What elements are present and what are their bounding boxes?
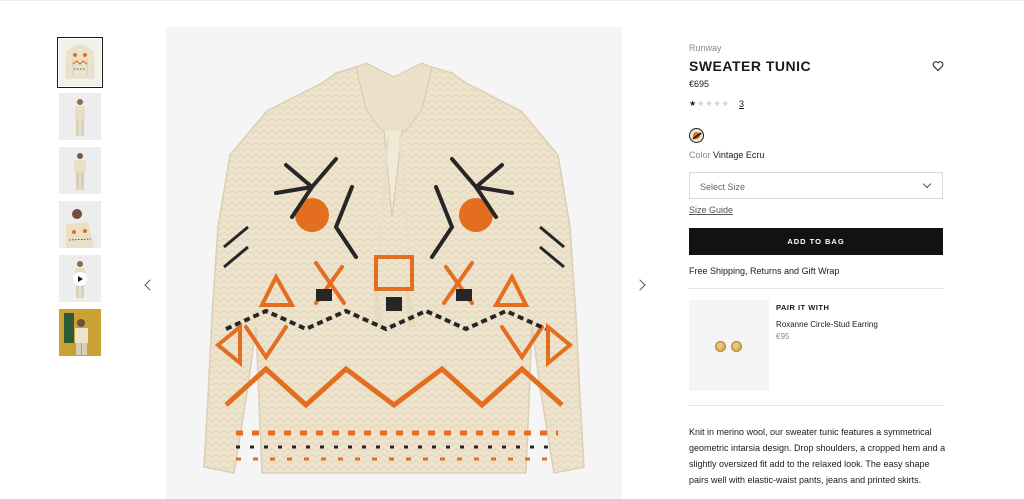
size-select-placeholder: Select Size — [700, 182, 746, 192]
color-swatch-vintage-ecru[interactable] — [689, 128, 704, 143]
product-price: €695 — [689, 79, 710, 89]
size-select[interactable]: Select Size — [689, 172, 943, 199]
thumbnail-model-front[interactable] — [59, 93, 101, 140]
review-count-link[interactable]: 3 — [739, 99, 744, 109]
product-title: SWEATER TUNIC — [689, 58, 812, 74]
next-image-button[interactable] — [634, 276, 649, 296]
add-to-bag-button[interactable]: ADD TO BAG — [689, 228, 943, 255]
pair-product-image[interactable] — [689, 300, 769, 391]
star-icon: ★ — [713, 99, 722, 108]
chevron-right-icon — [634, 279, 646, 291]
chevron-left-icon — [144, 279, 156, 291]
star-icon: ★ — [721, 99, 730, 108]
thumbnail-strip — [57, 37, 103, 363]
color-value: Vintage Ecru — [713, 150, 765, 160]
divider — [689, 405, 943, 406]
star-icon: ★ — [689, 99, 698, 108]
thumbnail-sweater-flat[interactable] — [57, 37, 103, 88]
star-icon: ★ — [705, 99, 714, 108]
pair-product-name[interactable]: Roxanne Circle-Stud Earring — [776, 320, 878, 329]
thumbnail-video[interactable] — [59, 255, 101, 302]
color-label: Color — [689, 150, 711, 160]
wishlist-button[interactable] — [932, 59, 944, 72]
play-icon — [73, 271, 87, 286]
top-divider — [0, 0, 1024, 1]
pair-it-with-heading: PAIR IT WITH — [776, 303, 830, 312]
chevron-down-icon — [922, 179, 932, 189]
collection-label: Runway — [689, 43, 722, 53]
rating-stars[interactable]: ★★★★★ — [689, 99, 730, 108]
divider — [689, 288, 943, 289]
earring-stud-left — [715, 341, 726, 352]
pair-product-price: €95 — [776, 332, 790, 341]
thumbnail-model-side[interactable] — [59, 147, 101, 194]
shipping-note: Free Shipping, Returns and Gift Wrap — [689, 266, 840, 276]
color-info: Color Vintage Ecru — [689, 150, 764, 160]
size-guide-link[interactable]: Size Guide — [689, 205, 733, 215]
thumbnail-model-closeup[interactable] — [59, 201, 101, 248]
previous-image-button[interactable] — [142, 276, 156, 296]
earring-stud-right — [731, 341, 742, 352]
thumbnail-model-editorial[interactable] — [59, 309, 101, 356]
heart-icon — [932, 61, 944, 72]
product-description: Knit in merino wool, our sweater tunic f… — [689, 427, 946, 485]
main-product-image[interactable] — [166, 27, 622, 499]
